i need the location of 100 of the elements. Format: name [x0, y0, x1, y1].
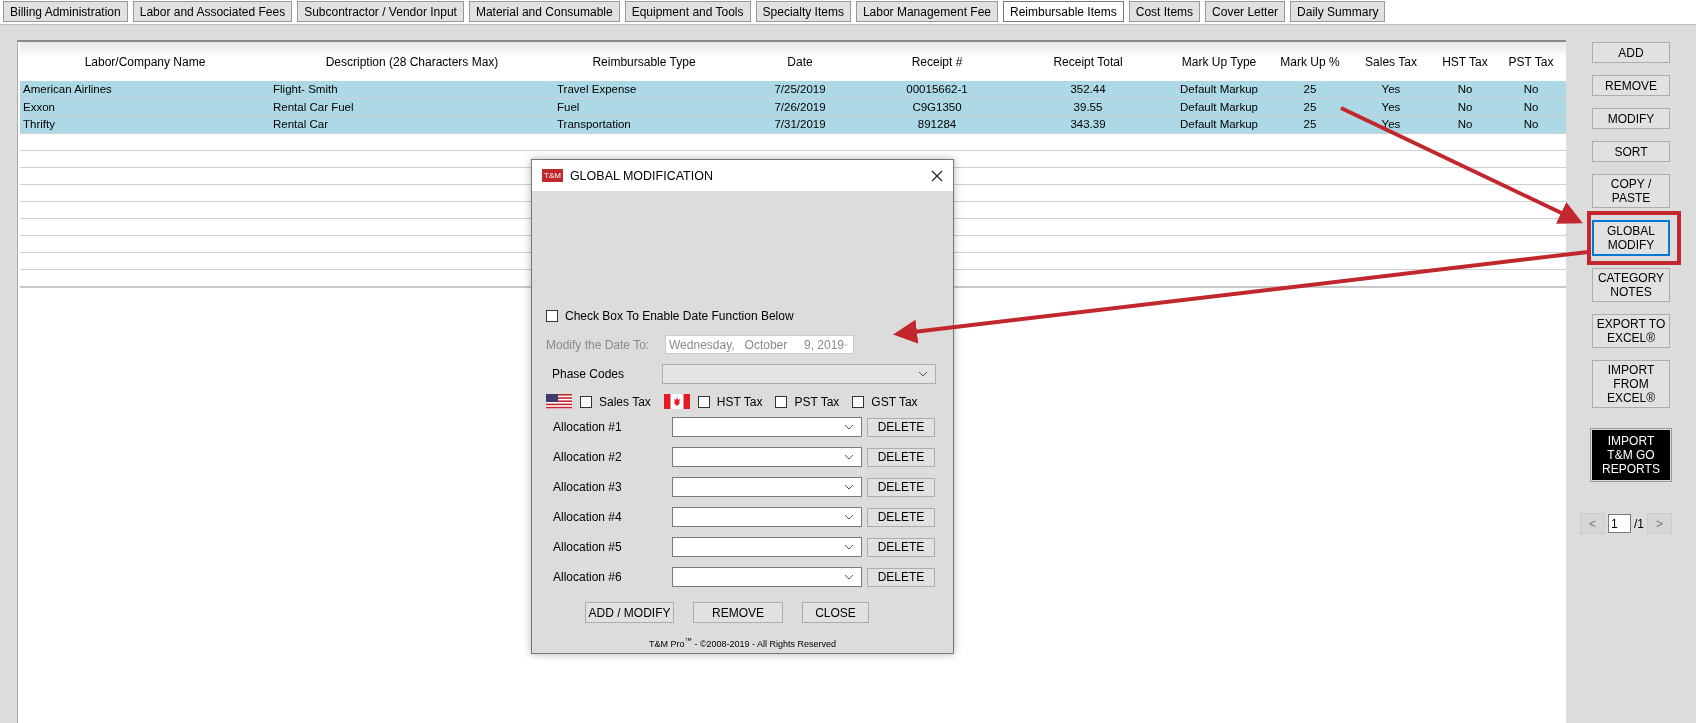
page-field[interactable]: 1: [1608, 514, 1631, 533]
tab[interactable]: Specialty Items: [755, 1, 851, 22]
table-cell-text: No: [1456, 83, 1474, 96]
delete-button[interactable]: DELETE: [867, 417, 935, 437]
tab[interactable]: Equipment and Tools: [624, 1, 751, 22]
side-button[interactable]: COPY / PASTE: [1592, 174, 1670, 208]
column-header[interactable]: HST Tax: [1432, 54, 1498, 69]
side-button[interactable]: CATEGORY NOTES: [1592, 268, 1670, 302]
allocation-dropdown[interactable]: [672, 537, 862, 557]
table-cell-text: Rental Car Fuel: [272, 100, 355, 113]
delete-button[interactable]: DELETE: [867, 507, 935, 527]
checkbox-label: GST Tax: [871, 394, 918, 409]
column-header[interactable]: Reimbursable Type: [554, 54, 734, 69]
checkbox[interactable]: [852, 395, 865, 408]
allocation-label: Allocation #3: [553, 480, 623, 494]
checkbox[interactable]: [546, 310, 558, 322]
table-cell-text: 39.55: [1072, 100, 1104, 113]
column-header[interactable]: Mark Up %: [1270, 54, 1350, 69]
tab[interactable]: Daily Summary: [1290, 1, 1386, 22]
column-header[interactable]: Date: [734, 54, 866, 69]
allocation-dropdown[interactable]: [672, 567, 862, 587]
allocation-label: Allocation #5: [553, 540, 623, 554]
close-icon[interactable]: [931, 169, 943, 182]
table-cell-text: 7/26/2019: [773, 100, 827, 113]
column-header[interactable]: Receipt Total: [1008, 54, 1168, 69]
table-cell-text: Yes: [1380, 83, 1402, 96]
allocation-dropdown[interactable]: [672, 477, 862, 497]
side-button[interactable]: GLOBAL MODIFY: [1592, 220, 1670, 256]
table-cell-text: Thrifty: [22, 118, 56, 131]
table-cell-text: No: [1456, 118, 1474, 131]
allocation-label: Allocation #2: [553, 450, 623, 464]
allocation-label: Allocation #1: [553, 420, 623, 434]
canada-flag-icon: [663, 394, 690, 409]
dialog-button[interactable]: CLOSE: [802, 602, 869, 623]
table-cell-text: American Airlines: [22, 83, 113, 96]
side-button[interactable]: ADD: [1592, 42, 1670, 63]
checkbox-label: Sales Tax: [599, 394, 651, 409]
allocation-dropdown[interactable]: [672, 447, 862, 467]
checkbox-label: Check Box To Enable Date Function Below: [565, 309, 794, 323]
column-header[interactable]: Description (28 Characters Max): [270, 54, 554, 69]
column-header[interactable]: Receipt #: [866, 54, 1008, 69]
table-cell-text: 7/25/2019: [773, 83, 827, 96]
column-header[interactable]: Labor/Company Name: [20, 54, 270, 69]
tab[interactable]: Cost Items: [1128, 1, 1201, 22]
side-button[interactable]: EXPORT TO EXCEL®: [1592, 314, 1670, 348]
logo: T&M: [542, 169, 563, 182]
side-button[interactable]: IMPORT FROM EXCEL®: [1592, 360, 1670, 408]
checkbox[interactable]: [697, 395, 710, 408]
copyright-text: T&M Pro$^{™}$ - ©2008-2019 - All Rights Reserved: [647, 636, 838, 649]
column-header[interactable]: Sales Tax: [1350, 54, 1432, 69]
table-cell-text: 7/31/2019: [773, 118, 827, 131]
table-cell-text: Travel Expense: [556, 83, 638, 96]
column-header[interactable]: PST Tax: [1498, 54, 1564, 69]
delete-button[interactable]: DELETE: [867, 537, 935, 557]
tab[interactable]: Cover Letter: [1205, 1, 1286, 22]
delete-button[interactable]: DELETE: [867, 447, 935, 467]
allocation-dropdown[interactable]: [672, 507, 862, 527]
table-cell-text: Rental Car: [272, 118, 329, 131]
table-cell-text: Yes: [1380, 118, 1402, 131]
side-button[interactable]: SORT: [1592, 141, 1670, 162]
table-cell-text: Fuel: [556, 100, 581, 113]
checkbox[interactable]: [775, 395, 788, 408]
dialog-button[interactable]: ADD / MODIFY: [585, 602, 674, 623]
tab[interactable]: Subcontractor / Vendor Input: [297, 1, 464, 22]
table-cell-text: No: [1522, 100, 1540, 113]
tab[interactable]: Reimbursable Items: [1003, 1, 1124, 22]
us-flag-icon: [546, 394, 572, 409]
table-cell-text: 25: [1302, 83, 1318, 96]
checkbox-label: PST Tax: [794, 394, 840, 409]
dialog-button[interactable]: REMOVE: [693, 602, 783, 623]
tab[interactable]: Billing Administration: [3, 1, 128, 22]
table-row[interactable]: American Airlines Flight- Smith Travel Expense 7/25/2019 00015662-1 352.44 Default Markup 25 Yes No No: [20, 81, 1566, 99]
delete-button[interactable]: DELETE: [867, 567, 935, 587]
tab[interactable]: Labor Management Fee: [855, 1, 998, 22]
table-cell-text: 25: [1302, 100, 1318, 113]
side-button[interactable]: MODIFY: [1592, 108, 1670, 129]
side-button[interactable]: IMPORT T&M GO REPORTS: [1592, 430, 1670, 480]
dialog-title: GLOBAL MODIFICATION: [569, 168, 714, 183]
table-row[interactable]: Thrifty Rental Car Transportation 7/31/2019 891284 343.39 Default Markup 25 Yes No No: [20, 116, 1566, 134]
checkbox-label: HST Tax: [716, 394, 763, 409]
checkbox[interactable]: [580, 395, 592, 408]
table-cell-text: 343.39: [1069, 118, 1107, 131]
table-cell-text: Exxon: [22, 100, 56, 113]
table-cell-text: Yes: [1380, 100, 1402, 113]
tab[interactable]: Material and Consumable: [468, 1, 620, 22]
side-button[interactable]: REMOVE: [1592, 75, 1670, 96]
table-cell-text: No: [1522, 83, 1540, 96]
delete-button[interactable]: DELETE: [867, 477, 935, 497]
tab[interactable]: Labor and Associated Fees: [132, 1, 293, 22]
table-cell-text: C9G1350: [911, 100, 963, 113]
phase-codes-label: Phase Codes: [552, 367, 626, 381]
table-cell-text: Default Markup: [1179, 83, 1259, 96]
table-cell-text: 891284: [916, 118, 958, 131]
table-cell-text: No: [1456, 100, 1474, 113]
table-cell-text: 352.44: [1069, 83, 1107, 96]
column-header[interactable]: Mark Up Type: [1168, 54, 1270, 69]
table-cell-text: No: [1522, 118, 1540, 131]
page-total: /1: [1634, 516, 1644, 531]
table-cell-text: 00015662-1: [905, 83, 969, 96]
allocation-dropdown[interactable]: [672, 417, 862, 437]
